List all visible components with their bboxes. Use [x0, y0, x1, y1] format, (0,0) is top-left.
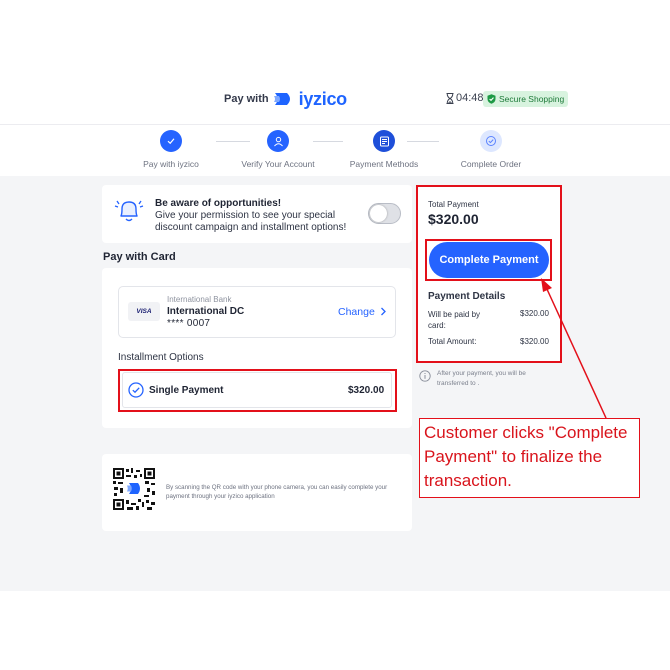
- step-circle: [267, 130, 289, 152]
- pay-with-label: Pay with: [224, 93, 269, 105]
- qr-code-icon: [112, 467, 156, 511]
- opportunities-description: Give your permission to see your special…: [155, 210, 347, 233]
- visa-logo-icon: VISA: [128, 302, 160, 321]
- installment-highlight-box: [118, 369, 397, 412]
- change-label: Change: [338, 306, 375, 318]
- header: Pay with iyzico 04:48 Secure Shopping: [0, 86, 670, 112]
- step-payment-methods: Payment Methods: [334, 130, 434, 169]
- card-number: **** 0007: [167, 318, 211, 329]
- secure-shopping-badge: Secure Shopping: [483, 91, 569, 107]
- check-icon: [167, 138, 175, 145]
- annotation-text: Customer clicks "Complete Payment" to fi…: [424, 423, 628, 490]
- step-circle: [480, 130, 502, 152]
- header-divider: [0, 124, 670, 125]
- step-complete-order: Complete Order: [441, 130, 541, 169]
- user-icon: [273, 136, 283, 146]
- step-circle: [373, 130, 395, 152]
- hourglass-icon: [446, 92, 454, 104]
- session-timer: 04:48: [446, 92, 484, 104]
- brand: Pay with iyzico: [224, 86, 347, 112]
- opportunities-title: Be aware of opportunities!: [155, 198, 282, 209]
- step-label: Pay with iyzico: [143, 159, 199, 169]
- secure-shopping-label: Secure Shopping: [499, 94, 565, 104]
- chevron-right-icon: [380, 307, 386, 316]
- step-label: Verify Your Account: [241, 159, 315, 169]
- step-circle: [160, 130, 182, 152]
- qr-description: By scanning the QR code with your phone …: [166, 484, 388, 500]
- checkout-page: Pay with iyzico 04:48 Secure Shopping Pa…: [0, 0, 670, 670]
- bank-name: International Bank: [167, 295, 232, 304]
- iyzico-logo-icon: [273, 93, 290, 105]
- opportunities-toggle[interactable]: [368, 203, 401, 224]
- bell-icon: [114, 200, 144, 222]
- timer-value: 04:48: [456, 92, 484, 104]
- info-icon: [419, 370, 431, 382]
- transfer-info-text: After your payment, you will be transfer…: [437, 370, 526, 387]
- step-pay-with-iyzico: Pay with iyzico: [121, 130, 221, 169]
- iyzico-logo-text: iyzico: [298, 88, 348, 109]
- summary-highlight-box: [416, 185, 562, 363]
- toggle-knob: [370, 205, 387, 222]
- change-card-link[interactable]: Change: [338, 306, 387, 318]
- step-label: Complete Order: [460, 159, 522, 169]
- payment-icon: [379, 136, 389, 146]
- shield-icon: [487, 94, 496, 104]
- card-name: International DC: [167, 306, 245, 317]
- check-circle-icon: [486, 136, 496, 146]
- step-label: Payment Methods: [349, 159, 419, 169]
- installment-options-title: Installment Options: [118, 352, 204, 363]
- pay-with-card-title: Pay with Card: [103, 251, 176, 263]
- step-verify-account: Verify Your Account: [228, 130, 328, 169]
